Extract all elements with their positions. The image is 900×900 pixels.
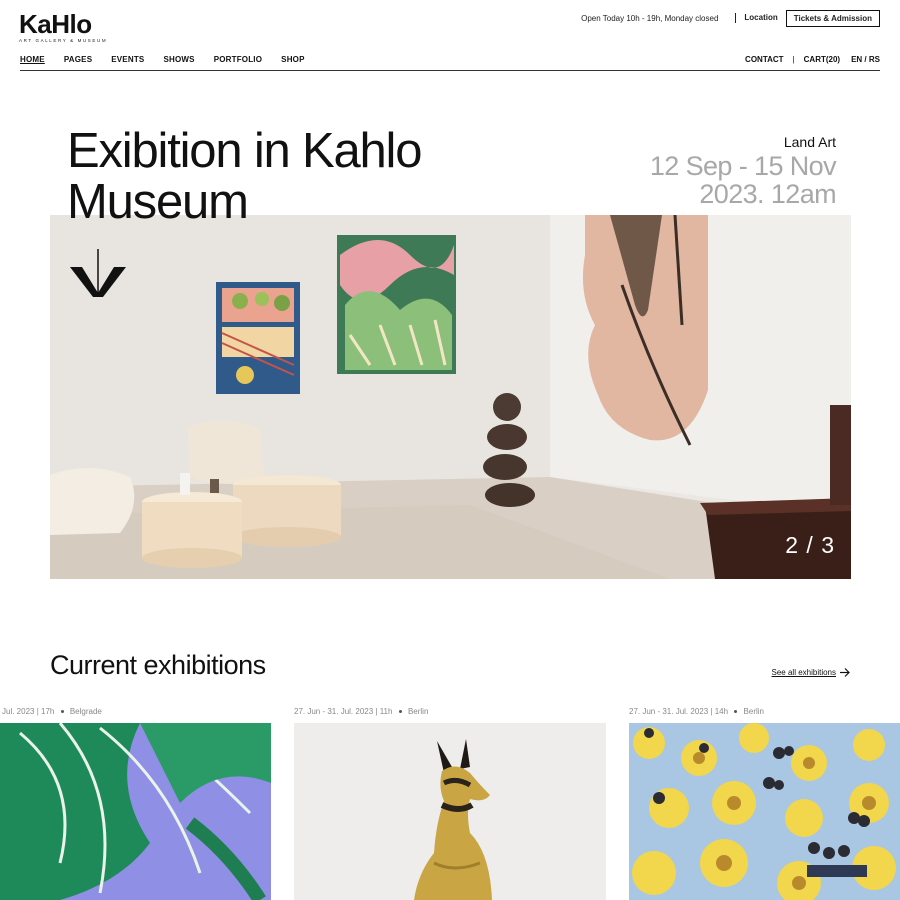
main-nav: HOME PAGES EVENTS SHOWS PORTFOLIO SHOP xyxy=(20,55,324,64)
sunflower-projection-installation xyxy=(629,723,900,900)
exhibition-card-image[interactable] xyxy=(294,723,606,900)
exhibition-card-meta: Jul. 2023 | 17h Belgrade xyxy=(2,707,102,716)
hero-date-year: 2023. 12am xyxy=(699,179,836,209)
utility-nav: CONTACT | CART(20) EN / RS xyxy=(745,55,880,64)
opening-hours: Open Today 10h - 19h, Monday closed xyxy=(581,13,719,23)
card-city: Berlin xyxy=(407,707,429,716)
hero-date: 12 Sep - 15 Nov 2023. 12am xyxy=(649,151,837,209)
logo-tagline: ART GALLERY & MUSEUM xyxy=(19,38,108,43)
card-time: 14h xyxy=(714,707,729,716)
hero-category[interactable]: Land Art xyxy=(784,134,836,150)
exhibition-card-image[interactable] xyxy=(629,723,900,900)
card-time: 11h xyxy=(379,707,393,716)
tickets-button[interactable]: Tickets & Admission xyxy=(785,9,880,27)
hero-date-range: 12 Sep - 15 Nov xyxy=(649,151,837,181)
nav-item-shop[interactable]: SHOP xyxy=(281,55,304,64)
exhibition-card-meta: 27. Jun - 31. Jul. 2023 | 14h Berlin xyxy=(629,707,764,716)
logo-wordmark: KaHlo xyxy=(19,9,92,39)
see-all-label: See all exhibitions xyxy=(771,668,836,677)
arrow-right-icon xyxy=(840,668,850,677)
card-date: Jul. 2023 xyxy=(2,707,35,716)
see-all-exhibitions-link[interactable]: See all exhibitions xyxy=(772,668,850,677)
logo[interactable]: KaHlo ART GALLERY & MUSEUM xyxy=(19,11,107,43)
card-date: 27. Jun - 31. Jul. 2023 xyxy=(294,707,374,716)
topbar: Open Today 10h - 19h, Monday closed Loca… xyxy=(581,9,880,27)
hero-title: Exibition in Kahlo Museum xyxy=(67,124,423,229)
dot-icon xyxy=(734,710,738,714)
dot-icon xyxy=(398,710,402,714)
card-time: 17h xyxy=(41,707,55,716)
location-link[interactable]: Location xyxy=(735,13,778,23)
hero-slide-image[interactable]: 2 / 3 xyxy=(50,215,851,579)
exhibition-card-image[interactable] xyxy=(0,723,271,900)
nav-item-home[interactable]: HOME xyxy=(20,55,45,64)
card-date: 27. Jun - 31. Jul. 2023 xyxy=(629,707,709,716)
golden-anubis-sculpture xyxy=(294,723,606,900)
nav-item-contact[interactable]: CONTACT xyxy=(745,55,784,64)
exhibition-card-meta: 27. Jun - 31. Jul. 2023 | 11h Berlin xyxy=(294,707,429,716)
nav-separator: | xyxy=(792,55,795,64)
section-title-current-exhibitions: Current exhibitions xyxy=(50,650,266,680)
green-paint-artwork xyxy=(0,723,271,900)
nav-item-events[interactable]: EVENTS xyxy=(111,55,144,64)
slide-counter: 2 / 3 xyxy=(785,532,835,558)
nav-divider xyxy=(20,70,880,71)
nav-item-shows[interactable]: SHOWS xyxy=(163,55,194,64)
card-city: Berlin xyxy=(743,707,764,716)
cart-link[interactable]: CART(20) xyxy=(804,55,840,64)
gallery-room-illustration xyxy=(50,215,851,579)
nav-item-portfolio[interactable]: PORTFOLIO xyxy=(214,55,262,64)
card-city: Belgrade xyxy=(69,707,102,716)
nav-item-pages[interactable]: PAGES xyxy=(64,55,92,64)
chevron-down-arrow-icon[interactable] xyxy=(70,249,126,302)
language-switcher[interactable]: EN / RS xyxy=(851,55,880,64)
dot-icon xyxy=(60,710,64,714)
